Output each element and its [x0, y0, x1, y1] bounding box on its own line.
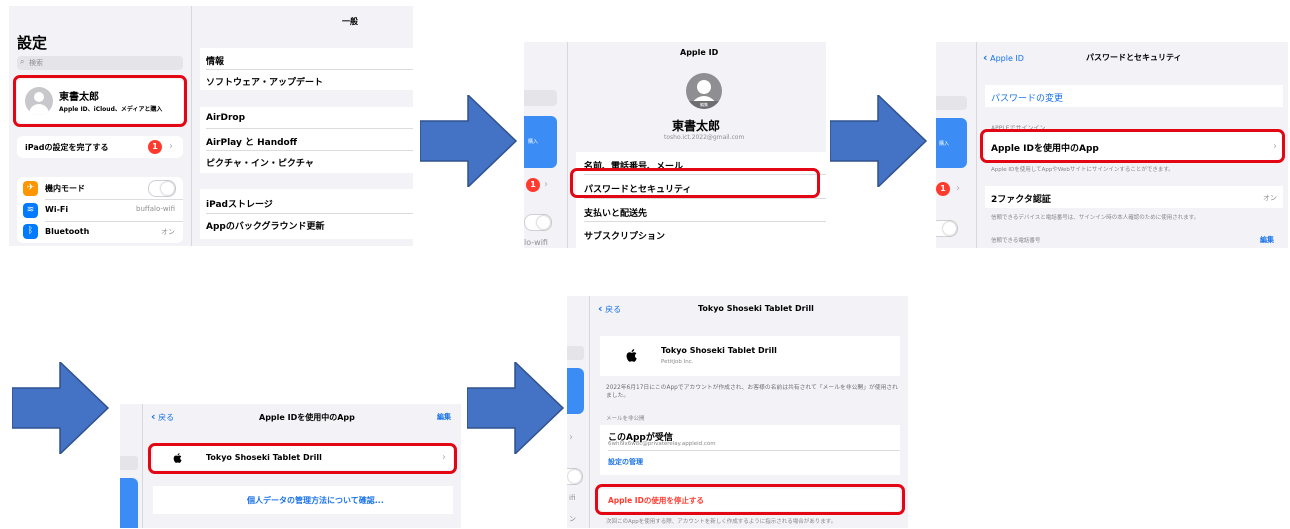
app-header-card: Tokyo Shoseki Tablet Drill PetitJob Inc.: [600, 336, 900, 376]
toggle-fragment: [524, 214, 552, 231]
chevron-right-icon: ›: [544, 179, 548, 190]
arrow-right-icon: [467, 362, 565, 454]
row-info[interactable]: 情報: [206, 54, 224, 67]
highlight-password-security: [570, 168, 820, 198]
chevron-right-icon: ›: [569, 432, 573, 443]
bluetooth-label: Bluetooth: [45, 227, 90, 236]
chevron-right-icon: ›: [956, 183, 960, 194]
stop-note: 次回このAppを使用する際、アカウントを新しく作成するように指示される場合があり…: [606, 519, 837, 525]
bluetooth-icon: ᛒ: [23, 224, 38, 239]
apple-id-pane: Apple ID 編集 東書太郎 tosho.ict.2022@gmail.co…: [567, 42, 826, 248]
general-detail-pane: 一般 情報 ソフトウェア・アップデート AirDrop AirPlay と Ha…: [191, 6, 413, 246]
airplane-mode-toggle[interactable]: [148, 180, 176, 197]
general-group-3: iPadストレージ Appのバックグラウンド更新: [200, 189, 413, 239]
edit-button[interactable]: 編集: [1260, 235, 1274, 245]
selected-sidebar-fragment: 購入: [936, 118, 967, 168]
row-airplay-handoff[interactable]: AirPlay と Handoff: [206, 135, 297, 148]
relay-address: 6whl9x6w8c@privaterelay.appleid.com: [608, 441, 716, 447]
nav-title: Apple ID: [680, 48, 719, 57]
chevron-left-icon: ‹: [983, 51, 988, 64]
row-subscriptions[interactable]: サブスクリプション: [584, 229, 665, 242]
finish-setup-row[interactable]: iPadの設定を完了する 1 ›: [17, 136, 183, 158]
highlight-apple-id-card: [13, 75, 187, 127]
app-name: Tokyo Shoseki Tablet Drill: [661, 346, 777, 355]
apple-logo-icon: [626, 349, 637, 362]
sidebar-fragment: › ifi ン: [567, 296, 587, 528]
airplane-mode-label: 機内モード: [45, 184, 85, 193]
hide-mail-header: メールを非公開: [606, 416, 645, 422]
general-group-1: 情報 ソフトウェア・アップデート: [200, 48, 413, 90]
apple-id-menu: 名前、電話番号、メール パスワードとセキュリティ 支払いと配送先 サブスクリプシ…: [576, 152, 826, 248]
chevron-left-icon: ‹: [151, 410, 156, 423]
screenshot-app-detail: › ifi ン ‹ 戻る Tokyo Shoseki Tablet Drill …: [567, 296, 908, 528]
chevron-right-icon: ›: [169, 141, 173, 152]
sidebar-fragment: 購入 1 › lo-wifi: [524, 42, 565, 248]
row-ipad-storage[interactable]: iPadストレージ: [206, 197, 273, 210]
nav-title: 一般: [342, 17, 358, 26]
wifi-value: buffalo-wifi: [136, 205, 175, 213]
selected-sidebar-fragment: [567, 368, 584, 414]
screenshot-apple-id: 購入 1 › lo-wifi Apple ID 編集 東書太郎 tosho.ic…: [524, 42, 826, 248]
selected-sidebar-fragment: 購入: [524, 116, 557, 168]
airplane-icon: ✈: [23, 181, 38, 196]
toggle-fragment: [567, 468, 583, 485]
arrow-right-icon: [830, 95, 928, 187]
nav-title: Tokyo Shoseki Tablet Drill: [698, 304, 814, 313]
row-background-refresh[interactable]: Appのバックグラウンド更新: [206, 219, 325, 232]
profile-name: 東書太郎: [672, 119, 721, 133]
highlight-app-row: [148, 443, 457, 474]
manage-settings-link[interactable]: 設定の管理: [608, 457, 643, 467]
sidebar-fragment: [120, 404, 140, 528]
chevron-left-icon: ‹: [598, 302, 603, 315]
nav-title: パスワードとセキュリティ: [1086, 53, 1182, 62]
selected-sidebar-fragment: [120, 478, 138, 528]
wifi-label: Wi-Fi: [45, 205, 69, 214]
app-developer: PetitJob Inc.: [661, 359, 694, 365]
edit-button[interactable]: 編集: [437, 412, 451, 422]
notification-badge: 1: [936, 182, 950, 196]
row-payment-shipping[interactable]: 支払いと配送先: [584, 206, 647, 219]
two-factor-row[interactable]: 2ファクタ認証 オン: [985, 186, 1283, 208]
arrow-right-icon: [420, 95, 518, 187]
apps-note: Apple IDを使用してAppやWebサイトにサインインすることができます。: [991, 167, 1174, 173]
profile-email: tosho.ict.2022@gmail.com: [664, 134, 745, 141]
screenshot-apps-using-apple-id: ‹ 戻る Apple IDを使用中のApp 編集 Tokyo Shoseki T…: [120, 404, 461, 528]
row-software-update[interactable]: ソフトウェア・アップデート: [206, 75, 323, 88]
nav-title: Apple IDを使用中のApp: [259, 413, 355, 422]
back-button[interactable]: ‹ Apple ID: [983, 51, 1024, 64]
screenshot-password-security: 購入 1 › ‹ Apple ID パスワードとセキュリティ パスワードの変更 …: [936, 42, 1288, 248]
created-note: 2022年6月17日にこのAppでアカウントが作成され、お客様の名前は共有されて…: [606, 385, 898, 399]
toggle-fragment: [936, 220, 958, 237]
trusted-phone-header: 信頼できる電話番号: [991, 238, 1041, 244]
arrow-right-icon: [12, 362, 110, 454]
row-picture-in-picture[interactable]: ピクチャ・イン・ピクチャ: [206, 156, 314, 169]
relay-card: このAppが受信 6whl9x6w8c@privaterelay.appleid…: [600, 425, 900, 475]
highlight-apps-using-apple-id: [980, 129, 1285, 163]
sidebar-fragment: 購入 1 ›: [936, 42, 974, 248]
wifi-icon: ≋: [23, 203, 38, 218]
back-button[interactable]: ‹ 戻る: [151, 410, 174, 423]
two-factor-note: 信頼できるデバイスと電話番号は、サインイン時の本人確認のために使用されます。: [991, 215, 1200, 221]
change-password-row[interactable]: パスワードの変更: [985, 85, 1283, 107]
general-group-2: AirDrop AirPlay と Handoff ピクチャ・イン・ピクチャ: [200, 107, 413, 173]
page-title: 設定: [17, 34, 48, 52]
notification-badge: 1: [526, 178, 540, 192]
privacy-link-row[interactable]: 個人データの管理方法について確認...: [153, 486, 453, 514]
notification-badge: 1: [148, 140, 162, 154]
two-factor-value: オン: [1263, 194, 1277, 202]
back-button[interactable]: ‹ 戻る: [598, 302, 621, 315]
connectivity-group: ✈ 機内モード ≋ Wi-Fi buffalo-wifi ᛒ Bluetooth…: [17, 177, 183, 243]
profile-avatar[interactable]: 編集: [686, 73, 722, 109]
row-airdrop[interactable]: AirDrop: [206, 113, 245, 123]
search-input[interactable]: ⌕ 検索: [17, 56, 183, 70]
highlight-stop-using: [595, 484, 905, 515]
screenshot-settings-general: 設定 ⌕ 検索 東書太郎 Apple ID、iCloud、メディアと購入 iPa…: [9, 6, 413, 246]
search-icon: ⌕: [20, 57, 25, 66]
bluetooth-value: オン: [161, 228, 175, 236]
